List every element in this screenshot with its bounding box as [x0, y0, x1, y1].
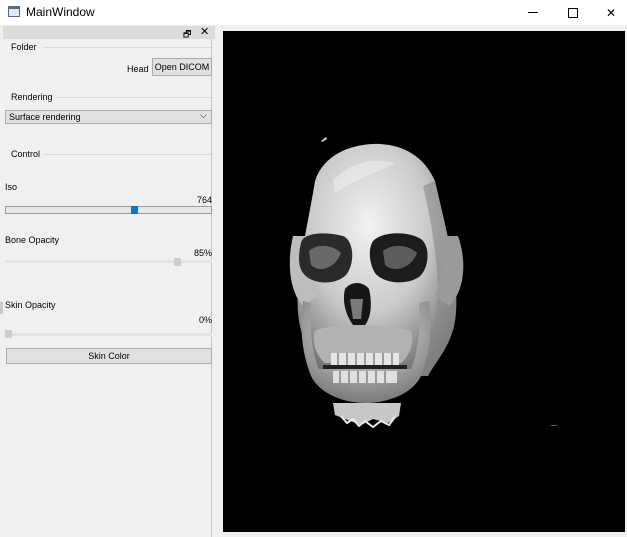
iso-slider-handle[interactable]	[131, 206, 138, 214]
open-dicom-button[interactable]: Open DICOM	[152, 58, 212, 76]
dock-float-icon[interactable]: 🗗	[183, 27, 191, 43]
dock-close-icon[interactable]: ✕	[200, 25, 209, 38]
bone-opacity-value: 85%	[193, 248, 212, 258]
skin-opacity-slider[interactable]	[5, 333, 212, 336]
dock-titlebar[interactable]: 🗗 ✕	[3, 26, 215, 39]
maximize-icon	[568, 7, 578, 18]
skin-opacity-handle[interactable]	[5, 330, 12, 338]
close-window-button[interactable]: ✕	[592, 0, 627, 25]
rendering-group-line	[55, 97, 211, 98]
window-edge-handle	[0, 302, 3, 314]
minimize-icon	[528, 12, 538, 13]
close-icon: ✕	[605, 5, 617, 20]
chevron-down-icon: ⌵	[200, 110, 207, 120]
folder-group-line	[43, 47, 211, 48]
window-titlebar: MainWindow ✕	[0, 0, 627, 25]
skin-color-button[interactable]: Skin Color	[6, 348, 212, 364]
control-dock: 🗗 ✕ Folder Head Open DICOM Rendering Sur…	[3, 26, 215, 537]
folder-current-label: Head	[127, 64, 149, 74]
bone-opacity-handle[interactable]	[174, 258, 181, 266]
control-group-line	[43, 154, 211, 155]
bone-opacity-label: Bone Opacity	[5, 235, 60, 245]
iso-slider[interactable]	[5, 206, 212, 214]
skin-opacity-value: 0%	[198, 315, 212, 325]
minimize-button[interactable]	[514, 0, 552, 25]
skull-render-image	[289, 137, 557, 429]
skin-opacity-label: Skin Opacity	[5, 300, 56, 310]
rendering-mode-value: Surface rendering	[9, 112, 81, 122]
render-viewport[interactable]	[223, 31, 625, 532]
rendering-mode-select[interactable]: Surface rendering ⌵	[5, 110, 212, 124]
iso-label: Iso	[5, 182, 18, 192]
window-title: MainWindow	[26, 5, 95, 19]
app-window-icon	[8, 6, 20, 17]
rendering-group-title: Rendering	[11, 92, 53, 102]
maximize-button[interactable]	[554, 0, 592, 25]
iso-value: 764	[196, 195, 212, 205]
control-group-title: Control	[11, 149, 41, 159]
folder-group-title: Folder	[11, 42, 37, 52]
